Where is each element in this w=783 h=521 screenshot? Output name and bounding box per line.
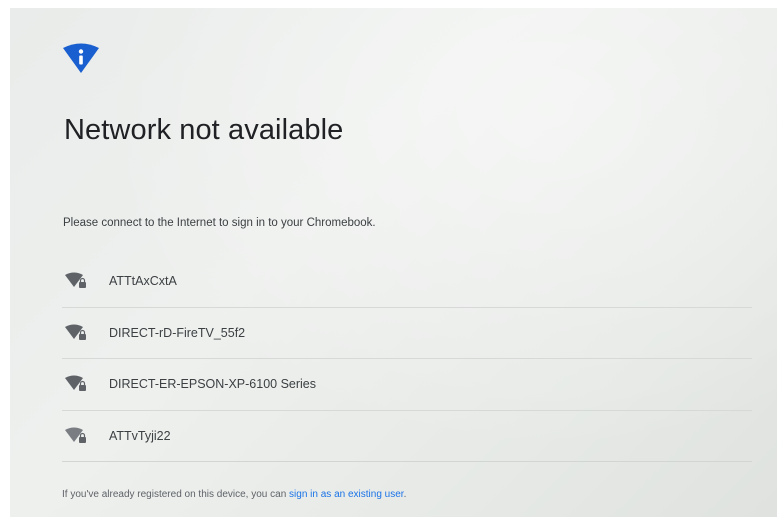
wifi-locked-icon (65, 375, 86, 392)
oobe-screen: Network not available Please connect to … (10, 8, 777, 517)
network-name: ATTtAxCxtA (109, 274, 177, 289)
wifi-info-icon (63, 43, 99, 73)
wifi-locked-icon (65, 324, 86, 340)
page-title: Network not available (64, 114, 344, 146)
footer-end: . (403, 489, 407, 500)
connect-message: Please connect to the Internet to sign i… (63, 217, 376, 229)
footer-message: If you've already registered on this dev… (62, 489, 406, 500)
network-item-1[interactable]: ATTtAxCxtA (62, 256, 752, 308)
network-name: DIRECT-ER-EPSON-XP-6100 Series (109, 377, 317, 392)
wifi-locked-icon (65, 427, 86, 443)
network-name: DIRECT-rD-FireTV_55f2 (109, 325, 246, 340)
existing-user-link[interactable]: sign in as an existing user (289, 489, 404, 500)
network-name: ATTvTyji22 (109, 428, 171, 443)
wifi-locked-icon (65, 272, 86, 289)
footer-text: If you've already registered on this dev… (62, 489, 290, 500)
network-item-3[interactable]: DIRECT-ER-EPSON-XP-6100 Series (62, 359, 752, 411)
network-list: ATTtAxCxtA DIRECT-rD-FireTV_55f2 DIRECT-… (62, 256, 752, 462)
network-item-4[interactable]: ATTvTyji22 (62, 411, 752, 462)
network-item-2[interactable]: DIRECT-rD-FireTV_55f2 (62, 308, 752, 359)
